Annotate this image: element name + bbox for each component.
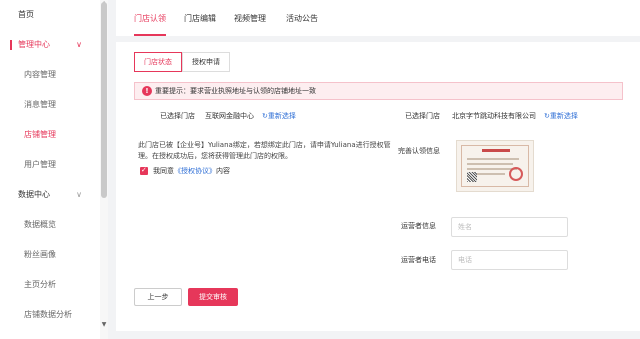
alert-banner: ! 重要提示：要求营业执照地址与认领的店铺地址一致 xyxy=(134,82,623,100)
right-store-value: 北京字节跳动科技有限公司 xyxy=(452,112,536,120)
sidebar: 首页 管理中心 ∨ 内容管理 消息管理 店铺管理 用户管理 数据中心 ∨ 数据概… xyxy=(0,0,108,339)
left-store-value: 互联网金融中心 xyxy=(205,112,254,120)
sidebar-item-label: 管理中心 xyxy=(18,40,50,49)
agreement-protocol-link[interactable]: 《授权协议》 xyxy=(174,167,216,175)
sidebar-item-fan-portrait[interactable]: 粉丝画像 xyxy=(0,240,100,270)
left-reselect-text: 重新选择 xyxy=(267,112,296,120)
business-license-image xyxy=(456,140,534,192)
sidebar-item-label: 店铺数据分析 xyxy=(24,310,72,319)
agreement-suffix: 内容 xyxy=(216,167,230,175)
tab-announcements[interactable]: 活动公告 xyxy=(286,0,318,36)
right-store-label: 已选择门店 xyxy=(405,112,440,120)
content-card: 门店状态 授权申请 ! 重要提示：要求营业执照地址与认领的店铺地址一致 已选择门… xyxy=(116,42,640,331)
segment-auth-apply[interactable]: 授权申请 xyxy=(182,52,230,72)
operator-phone-field[interactable]: 电话 xyxy=(451,250,568,270)
segment-store-status[interactable]: 门店状态 xyxy=(134,52,182,72)
alert-text: 重要提示：要求营业执照地址与认领的店铺地址一致 xyxy=(155,87,316,95)
submit-review-button[interactable]: 提交审核 xyxy=(188,288,238,306)
sidebar-item-users[interactable]: 用户管理 xyxy=(0,150,100,180)
operator-info-label: 运营者信息 xyxy=(401,222,436,230)
sidebar-item-homepage-analysis[interactable]: 主页分析 xyxy=(0,270,100,300)
operator-name-field[interactable]: 姓名 xyxy=(451,217,568,237)
tab-bar: 门店认领 门店编辑 视频管理 活动公告 xyxy=(116,0,640,36)
left-reselect-link[interactable]: ↻重新选择 xyxy=(262,111,296,121)
sidebar-item-store-data-analysis[interactable]: 店铺数据分析 xyxy=(0,300,100,330)
left-store-label: 已选择门店 xyxy=(160,112,195,120)
sidebar-item-label: 内容管理 xyxy=(24,70,56,79)
binding-description: 此门店已被【企业号】Yuliana绑定，若想绑定此门店，请申请Yuliana进行… xyxy=(138,141,391,160)
tab-video-management[interactable]: 视频管理 xyxy=(234,0,266,36)
alert-icon: ! xyxy=(142,86,152,96)
sidebar-item-label: 主页分析 xyxy=(24,280,56,289)
app-root: 首页 管理中心 ∨ 内容管理 消息管理 店铺管理 用户管理 数据中心 ∨ 数据概… xyxy=(0,0,640,339)
chevron-down-icon: ∨ xyxy=(76,190,82,199)
sidebar-item-data-overview[interactable]: 数据概览 xyxy=(0,210,100,240)
operator-phone-label: 运营者电话 xyxy=(401,256,436,264)
main-area: 门店认领 门店编辑 视频管理 活动公告 门店状态 授权申请 ! 重要提示：要求营… xyxy=(116,0,640,339)
agreement-text: 我同意《授权协议》内容 xyxy=(153,166,230,176)
chevron-down-icon: ∨ xyxy=(76,40,82,49)
sidebar-item-label: 首页 xyxy=(18,10,34,19)
agreement-prefix: 我同意 xyxy=(153,167,174,175)
agreement-checkbox[interactable] xyxy=(140,165,148,175)
scroll-down-icon[interactable]: ▼ xyxy=(100,321,108,329)
sidebar-item-home[interactable]: 首页 xyxy=(0,0,100,30)
sidebar-scrollbar[interactable]: ▲ ▼ xyxy=(100,0,108,339)
right-reselect-link[interactable]: ↻重新选择 xyxy=(544,111,578,121)
sidebar-item-label: 店铺管理 xyxy=(24,130,56,139)
license-title-mark xyxy=(482,149,510,152)
prev-step-button[interactable]: 上一步 xyxy=(134,288,182,306)
sidebar-item-messages[interactable]: 消息管理 xyxy=(0,90,100,120)
sidebar-item-content[interactable]: 内容管理 xyxy=(0,60,100,90)
sidebar-item-label: 粉丝画像 xyxy=(24,250,56,259)
sidebar-item-label: 消息管理 xyxy=(24,100,56,109)
tab-store-edit[interactable]: 门店编辑 xyxy=(184,0,216,36)
scrollbar-thumb[interactable] xyxy=(101,2,107,198)
sidebar-item-label: 数据中心 xyxy=(18,190,50,199)
right-reselect-text: 重新选择 xyxy=(549,112,578,120)
auth-info-label: 完善认领信息 xyxy=(398,147,440,155)
license-seal xyxy=(509,167,523,181)
sidebar-group-management[interactable]: 管理中心 ∨ xyxy=(0,30,100,60)
license-qr-code xyxy=(467,172,477,182)
sidebar-group-data[interactable]: 数据中心 ∨ xyxy=(0,180,100,210)
license-line xyxy=(467,163,513,165)
sidebar-item-store[interactable]: 店铺管理 xyxy=(0,120,100,150)
sidebar-item-label: 数据概览 xyxy=(24,220,56,229)
tab-store-claim[interactable]: 门店认领 xyxy=(134,0,166,36)
license-line xyxy=(467,158,519,160)
sidebar-item-label: 用户管理 xyxy=(24,160,56,169)
